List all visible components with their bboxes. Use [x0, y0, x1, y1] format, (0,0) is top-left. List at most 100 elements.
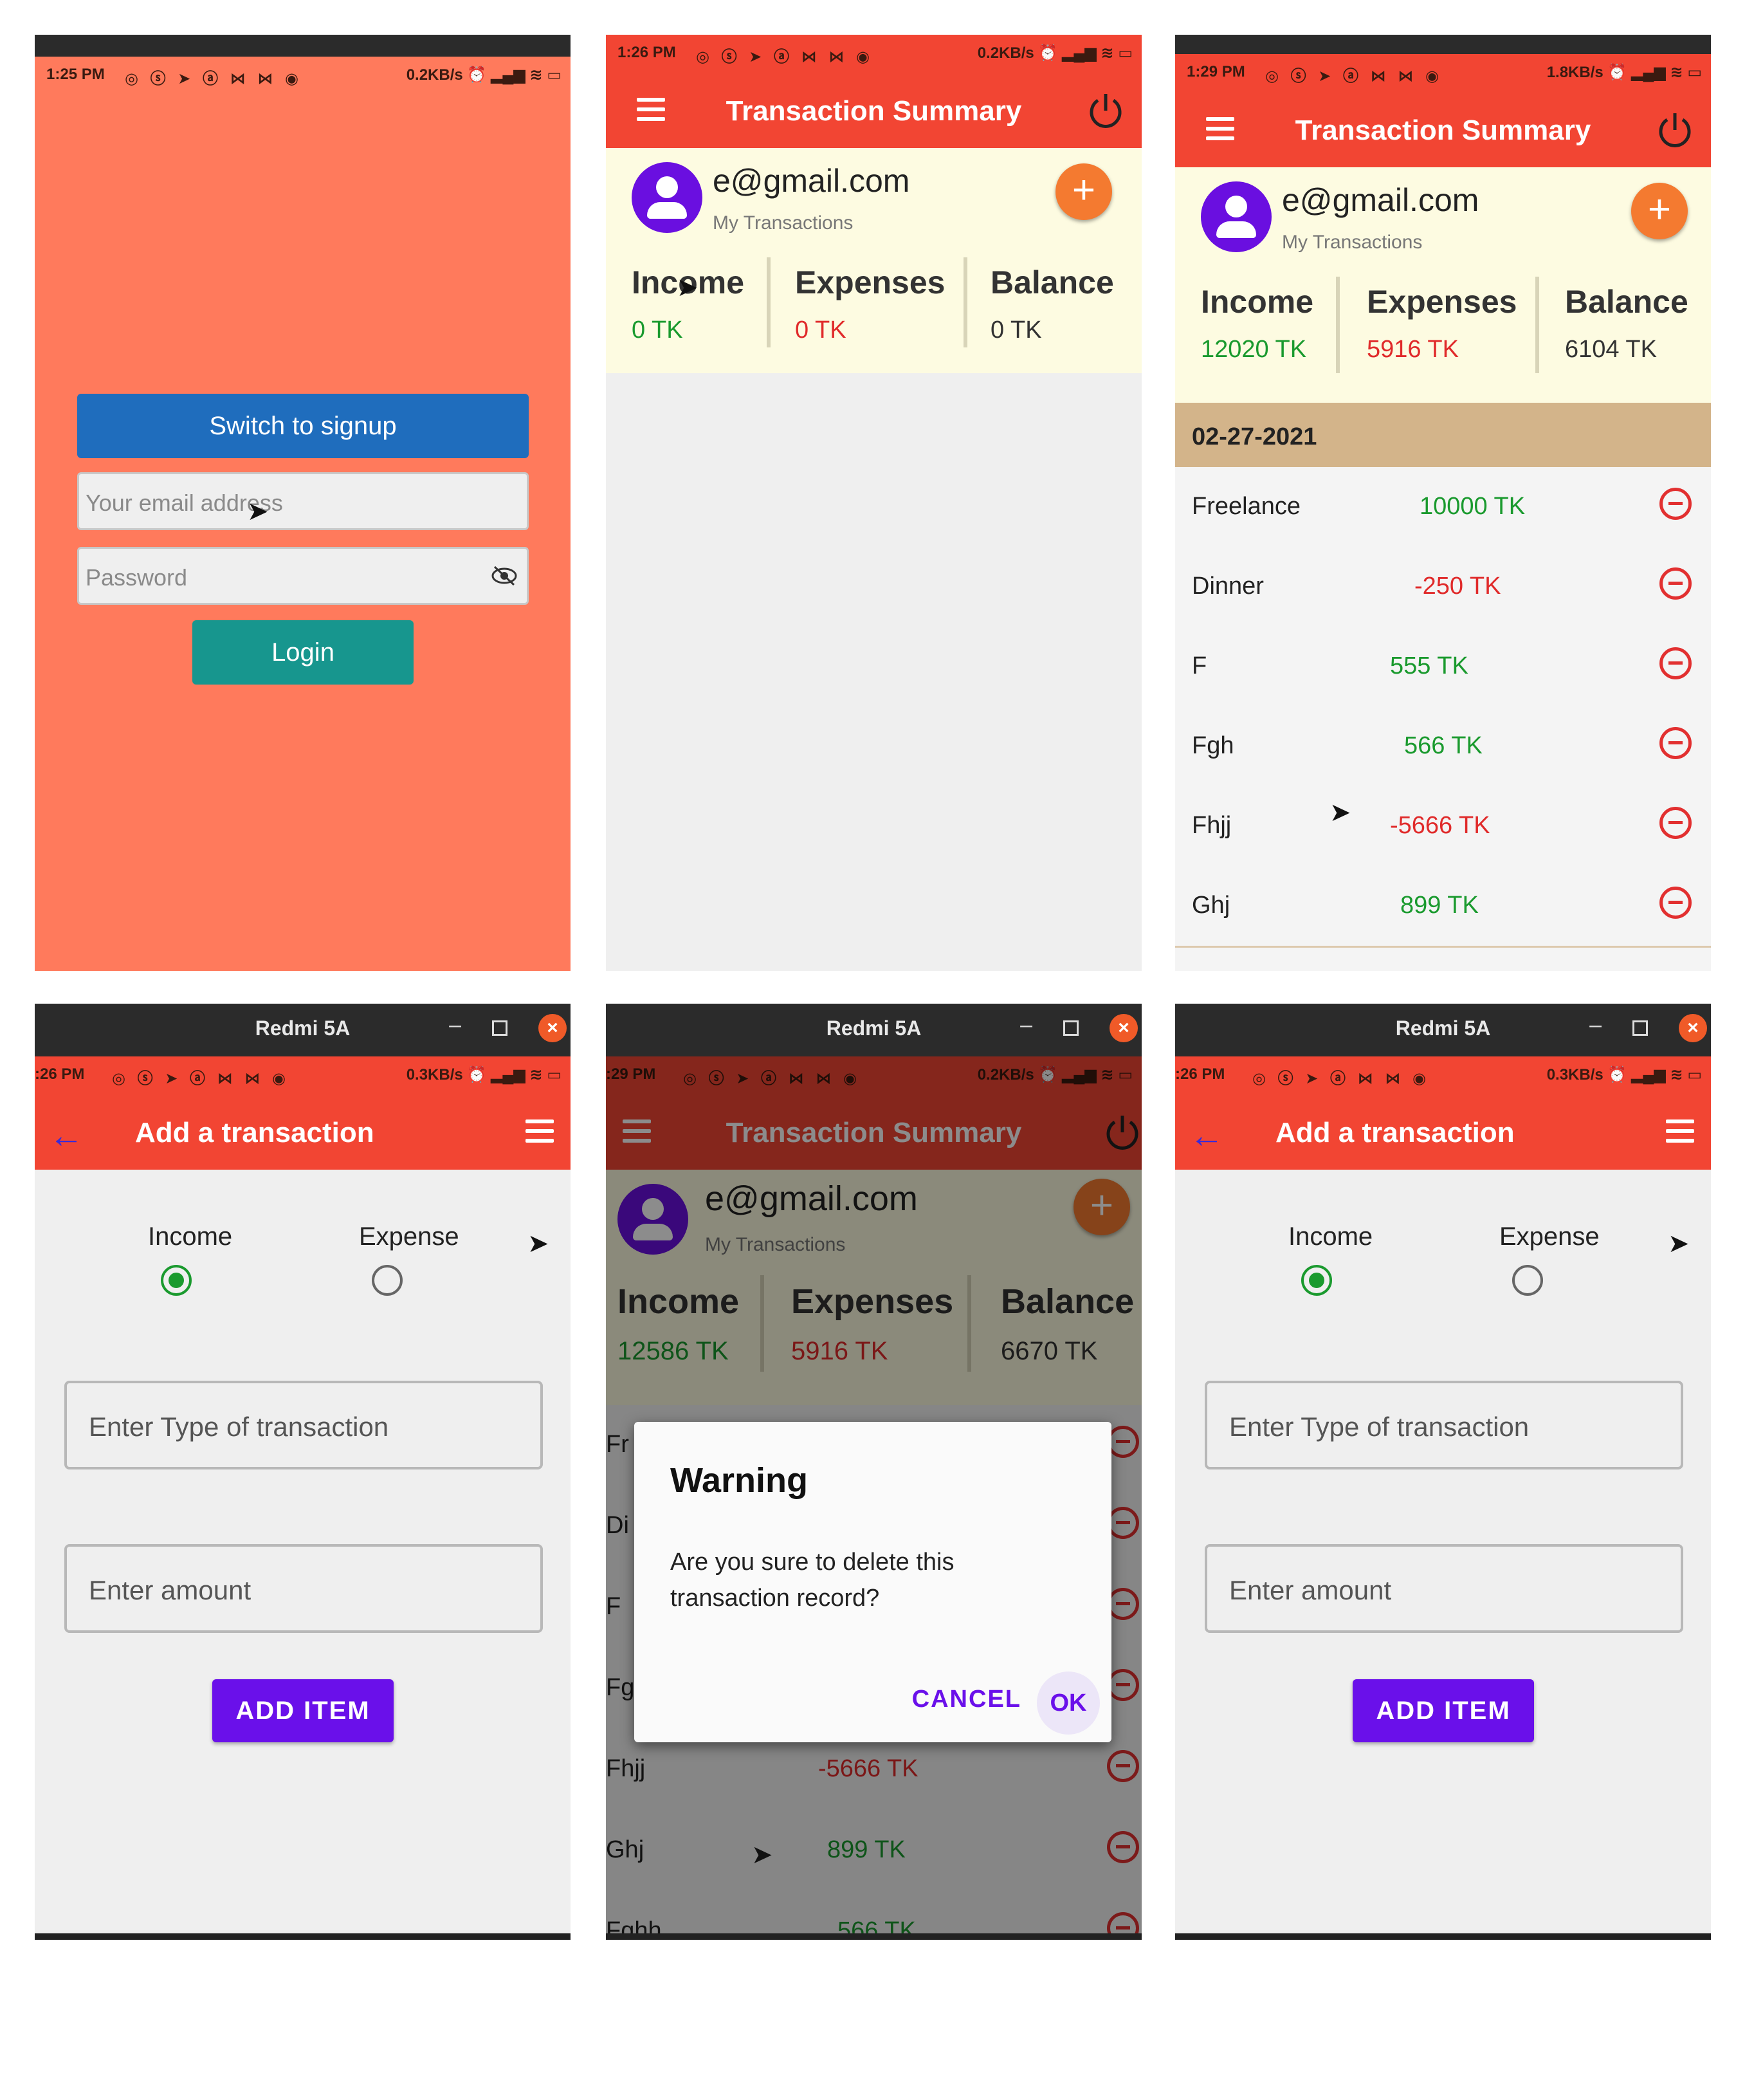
transaction-amount: 566 TK — [1404, 732, 1483, 759]
status-right: 0.3KB/s ⏰ ▂▄▆ ≋ ▭ — [1547, 1065, 1702, 1084]
minimize-icon[interactable]: – — [1589, 1013, 1602, 1038]
mouse-cursor-icon: ➤ — [1668, 1230, 1690, 1258]
power-icon[interactable] — [1086, 91, 1125, 130]
balance-column: Balance 0 TK — [991, 264, 1114, 344]
visibility-off-icon[interactable] — [491, 564, 518, 587]
remove-circle-icon[interactable] — [1659, 647, 1692, 679]
status-time: 1:25 PM — [46, 66, 105, 83]
window-title: Redmi 5A — [826, 1017, 922, 1040]
maximize-icon[interactable] — [492, 1020, 507, 1036]
avatar-icon — [1201, 181, 1272, 252]
expense-radio[interactable] — [1512, 1265, 1543, 1296]
power-icon[interactable] — [1656, 111, 1694, 149]
mouse-cursor-icon: ➤ — [751, 1841, 773, 1869]
amount-input[interactable]: Enter amount — [1205, 1544, 1683, 1633]
transaction-type-input[interactable]: Enter Type of transaction — [64, 1381, 543, 1469]
bottom-edge — [1175, 1933, 1711, 1940]
window-title-bar: Redmi 5A – × — [606, 1004, 1142, 1056]
income-radio[interactable] — [1301, 1265, 1332, 1296]
mouse-cursor-icon: ➤ — [677, 273, 699, 302]
add-item-button[interactable]: ADD ITEM — [212, 1679, 394, 1742]
income-value: 12020 TK — [1201, 336, 1307, 363]
list-item: Freelance 10000 TK — [1175, 467, 1711, 549]
status-right: 0.2KB/s ⏰ ▂▄▆ ≋ ▭ — [407, 66, 562, 84]
add-transaction-button[interactable]: + — [1631, 183, 1688, 239]
avatar-icon — [632, 162, 702, 233]
delete-warning-screen: Redmi 5A – × :29 PM ◎ ⓢ ➤ ⓐ ⋈ ⋈ ◉ 0.2KB/… — [606, 1004, 1142, 1940]
status-bar: :26 PM ◎ ⓢ ➤ ⓐ ⋈ ⋈ ◉ 0.3KB/s ⏰ ▂▄▆ ≋ ▭ — [1175, 1056, 1711, 1092]
expense-option-label: Expense — [1499, 1222, 1600, 1251]
login-button[interactable]: Login — [192, 620, 414, 685]
add-transaction-button[interactable]: + — [1055, 163, 1112, 220]
close-icon[interactable]: × — [1110, 1014, 1138, 1042]
maximize-icon[interactable] — [1632, 1020, 1648, 1036]
user-email: e@gmail.com — [1282, 182, 1479, 218]
switch-to-signup-button[interactable]: Switch to signup — [77, 394, 529, 458]
app-bar-title: Add a transaction — [135, 1117, 374, 1148]
remove-circle-icon[interactable] — [1659, 567, 1692, 600]
status-bar: :26 PM ◎ ⓢ ➤ ⓐ ⋈ ⋈ ◉ 0.3KB/s ⏰ ▂▄▆ ≋ ▭ — [35, 1056, 571, 1092]
remove-circle-icon[interactable] — [1659, 727, 1692, 759]
notification-icons: ◎ ⓢ ➤ ⓐ ⋈ ⋈ ◉ — [696, 48, 873, 66]
date-label: 02-27-2021 — [1192, 423, 1317, 450]
menu-icon[interactable] — [525, 1119, 554, 1143]
summary-card: e@gmail.com My Transactions + Income 120… — [1175, 167, 1711, 403]
app-bar: ← Add a transaction — [1175, 1092, 1711, 1170]
expense-radio[interactable] — [372, 1265, 403, 1296]
balance-label: Balance — [1565, 284, 1688, 320]
date-header: 02-27-2021 — [1175, 403, 1711, 467]
income-radio[interactable] — [161, 1265, 192, 1296]
signal-battery-icons: ⏰ ▂▄▆ ≋ ▭ — [1607, 64, 1702, 81]
transaction-type-input[interactable]: Enter Type of transaction — [1205, 1381, 1683, 1469]
minimize-icon[interactable]: – — [449, 1013, 461, 1038]
signal-battery-icons: ⏰ ▂▄▆ ≋ ▭ — [467, 66, 562, 84]
expenses-value: 5916 TK — [1367, 336, 1459, 363]
mouse-cursor-icon: ➤ — [1329, 798, 1351, 827]
cancel-button[interactable]: CANCEL — [912, 1686, 1021, 1713]
minimize-icon[interactable]: – — [1020, 1013, 1032, 1038]
transaction-name: F — [1192, 652, 1207, 679]
dialog-message: Are you sure to delete this transaction … — [670, 1549, 955, 1612]
status-bar: 1:25 PM ◎ ⓢ ➤ ⓐ ⋈ ⋈ ◉ 0.2KB/s ⏰ ▂▄▆ ≋ ▭ — [35, 57, 571, 93]
menu-icon[interactable] — [1666, 1119, 1694, 1143]
list-item: Dinner -250 TK — [1175, 547, 1711, 629]
status-bar: 1:29 PM ◎ ⓢ ➤ ⓐ ⋈ ⋈ ◉ 1.8KB/s ⏰ ▂▄▆ ≋ ▭ — [1175, 54, 1711, 90]
status-right: 0.3KB/s ⏰ ▂▄▆ ≋ ▭ — [407, 1065, 562, 1084]
network-speed: 0.2KB/s — [406, 66, 463, 84]
summary-screen-empty: 1:26 PM ◎ ⓢ ➤ ⓐ ⋈ ⋈ ◉ 0.2KB/s ⏰ ▂▄▆ ≋ ▭ … — [606, 35, 1142, 971]
window-title: Redmi 5A — [1395, 1017, 1491, 1040]
signal-battery-icons: ⏰ ▂▄▆ ≋ ▭ — [1038, 44, 1133, 62]
back-arrow-icon[interactable]: ← — [1189, 1116, 1224, 1156]
transaction-name: Freelance — [1192, 493, 1301, 520]
transaction-name: Ghj — [1192, 892, 1230, 919]
notification-icons: ◎ ⓢ ➤ ⓐ ⋈ ⋈ ◉ — [125, 70, 302, 88]
expenses-value: 0 TK — [795, 317, 846, 344]
ok-button[interactable]: OK — [1037, 1672, 1100, 1735]
remove-circle-icon[interactable] — [1659, 807, 1692, 839]
app-bar-title: Add a transaction — [1275, 1117, 1515, 1148]
close-icon[interactable]: × — [1679, 1014, 1707, 1042]
amount-input[interactable]: Enter amount — [64, 1544, 543, 1633]
maximize-icon[interactable] — [1063, 1020, 1079, 1036]
list-item: Fgh 566 TK — [1175, 706, 1711, 788]
income-option-label: Income — [148, 1222, 233, 1251]
email-field[interactable]: Your email address — [77, 472, 529, 530]
income-column: Income 12020 TK — [1201, 283, 1313, 364]
remove-circle-icon[interactable] — [1659, 488, 1692, 520]
add-item-button[interactable]: ADD ITEM — [1353, 1679, 1534, 1742]
balance-value: 0 TK — [991, 317, 1042, 344]
transaction-amount: -250 TK — [1414, 573, 1501, 600]
my-transactions-label: My Transactions — [1282, 232, 1423, 253]
password-field[interactable]: Password — [77, 547, 529, 605]
transaction-amount: 555 TK — [1390, 652, 1468, 679]
window-title: Redmi 5A — [255, 1017, 351, 1040]
password-placeholder: Password — [86, 564, 188, 591]
status-right: 1.8KB/s ⏰ ▂▄▆ ≋ ▭ — [1547, 63, 1702, 82]
back-arrow-icon[interactable]: ← — [49, 1116, 84, 1156]
dialog-title: Warning — [670, 1461, 808, 1500]
transaction-amount: -5666 TK — [1390, 812, 1490, 839]
close-icon[interactable]: × — [538, 1014, 567, 1042]
signal-battery-icons: ⏰ ▂▄▆ ≋ ▭ — [467, 1066, 562, 1083]
remove-circle-icon[interactable] — [1659, 887, 1692, 919]
balance-column: Balance 6104 TK — [1565, 283, 1688, 364]
